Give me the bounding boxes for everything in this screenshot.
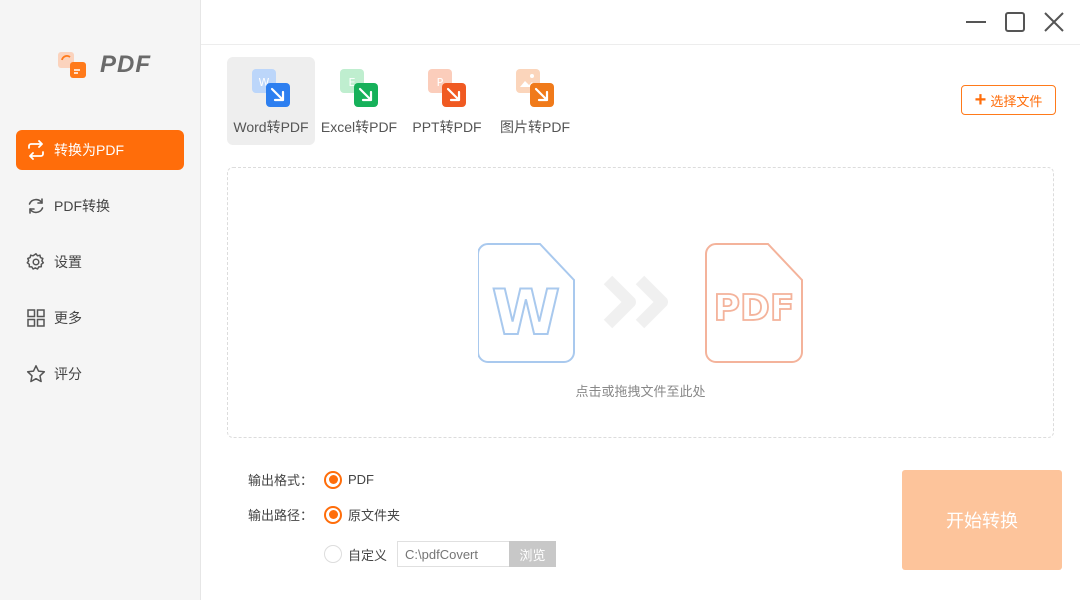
sidebar-item-label: 评分 bbox=[54, 366, 82, 382]
tab-label: Word转PDF bbox=[233, 119, 309, 135]
conversion-tabs: W Word转PDF E Excel转PDF P PPT转PDF 图片转PDF bbox=[227, 57, 579, 145]
file-drop-zone[interactable]: W PDF 点击或拖拽文件至此处 bbox=[227, 167, 1054, 438]
tab-word-to-pdf[interactable]: W Word转PDF bbox=[227, 57, 315, 145]
sidebar-item-label: 转换为PDF bbox=[54, 142, 124, 158]
sidebar: PDF 转换为PDF PDF转换 设置 更多 评分 bbox=[0, 0, 201, 600]
refresh-icon bbox=[26, 196, 46, 216]
word-letter: W bbox=[492, 276, 560, 349]
double-chevron-icon bbox=[603, 275, 668, 329]
path-original-radio[interactable] bbox=[324, 505, 342, 524]
sidebar-nav: 转换为PDF PDF转换 设置 更多 评分 bbox=[16, 130, 184, 410]
app-logo: PDF bbox=[56, 50, 151, 80]
swap-arrows-icon bbox=[26, 140, 46, 160]
tab-image-to-pdf[interactable]: 图片转PDF bbox=[491, 57, 579, 145]
image-file-icon bbox=[514, 67, 556, 109]
pdf-text: PDF bbox=[714, 288, 795, 329]
sidebar-item-pdf-convert[interactable]: PDF转换 bbox=[16, 186, 184, 226]
ppt-file-icon: P bbox=[426, 67, 468, 109]
path-custom-label: 自定义 bbox=[348, 547, 388, 563]
maximize-button[interactable] bbox=[1003, 10, 1027, 34]
custom-path-row: 自定义 浏览 bbox=[324, 541, 557, 567]
word-document-icon: W bbox=[478, 243, 575, 363]
sidebar-item-more[interactable]: 更多 bbox=[16, 298, 184, 338]
grid-icon bbox=[26, 308, 46, 328]
select-file-button[interactable]: + 选择文件 bbox=[961, 85, 1056, 115]
minimize-icon bbox=[966, 21, 986, 23]
output-path-row: 输出路径： 原文件夹 bbox=[248, 505, 400, 524]
path-custom-radio[interactable] bbox=[324, 545, 342, 563]
minimize-button[interactable] bbox=[964, 10, 988, 34]
star-icon bbox=[26, 364, 46, 384]
drop-hint: 点击或拖拽文件至此处 bbox=[575, 384, 706, 399]
sidebar-item-convert-to-pdf[interactable]: 转换为PDF bbox=[16, 130, 184, 170]
output-path-label: 输出路径： bbox=[248, 508, 314, 523]
app-logo-text: PDF bbox=[100, 51, 151, 78]
gear-icon bbox=[26, 252, 46, 272]
sidebar-item-label: 更多 bbox=[54, 310, 82, 326]
plus-icon: + bbox=[974, 89, 987, 111]
select-file-label: 选择文件 bbox=[990, 93, 1043, 109]
close-icon bbox=[1044, 12, 1064, 32]
title-bar bbox=[201, 0, 1080, 45]
sidebar-item-settings[interactable]: 设置 bbox=[16, 242, 184, 282]
tab-label: 图片转PDF bbox=[500, 119, 570, 135]
browse-button[interactable]: 浏览 bbox=[509, 541, 557, 567]
close-button[interactable] bbox=[1042, 10, 1066, 34]
output-format-row: 输出格式： PDF bbox=[248, 470, 374, 489]
path-original-label: 原文件夹 bbox=[348, 508, 401, 523]
tab-excel-to-pdf[interactable]: E Excel转PDF bbox=[315, 57, 403, 145]
word-file-icon: W bbox=[250, 67, 292, 109]
app-logo-icon bbox=[56, 50, 90, 80]
sidebar-item-label: 设置 bbox=[54, 254, 82, 270]
output-format-label: 输出格式： bbox=[248, 473, 314, 488]
maximize-icon bbox=[1005, 12, 1025, 32]
start-convert-button[interactable]: 开始转换 bbox=[902, 470, 1062, 570]
word-to-pdf-illustration: W PDF bbox=[478, 243, 803, 363]
custom-path-input[interactable] bbox=[397, 541, 510, 567]
sidebar-item-label: PDF转换 bbox=[54, 198, 110, 214]
tab-ppt-to-pdf[interactable]: P PPT转PDF bbox=[403, 57, 491, 145]
format-pdf-radio[interactable] bbox=[324, 470, 342, 489]
format-pdf-label: PDF bbox=[348, 472, 374, 487]
sidebar-item-rate[interactable]: 评分 bbox=[16, 354, 184, 394]
excel-file-icon: E bbox=[338, 67, 380, 109]
tab-label: Excel转PDF bbox=[320, 119, 398, 135]
tab-label: PPT转PDF bbox=[412, 119, 482, 135]
pdf-document-icon: PDF bbox=[705, 243, 803, 363]
